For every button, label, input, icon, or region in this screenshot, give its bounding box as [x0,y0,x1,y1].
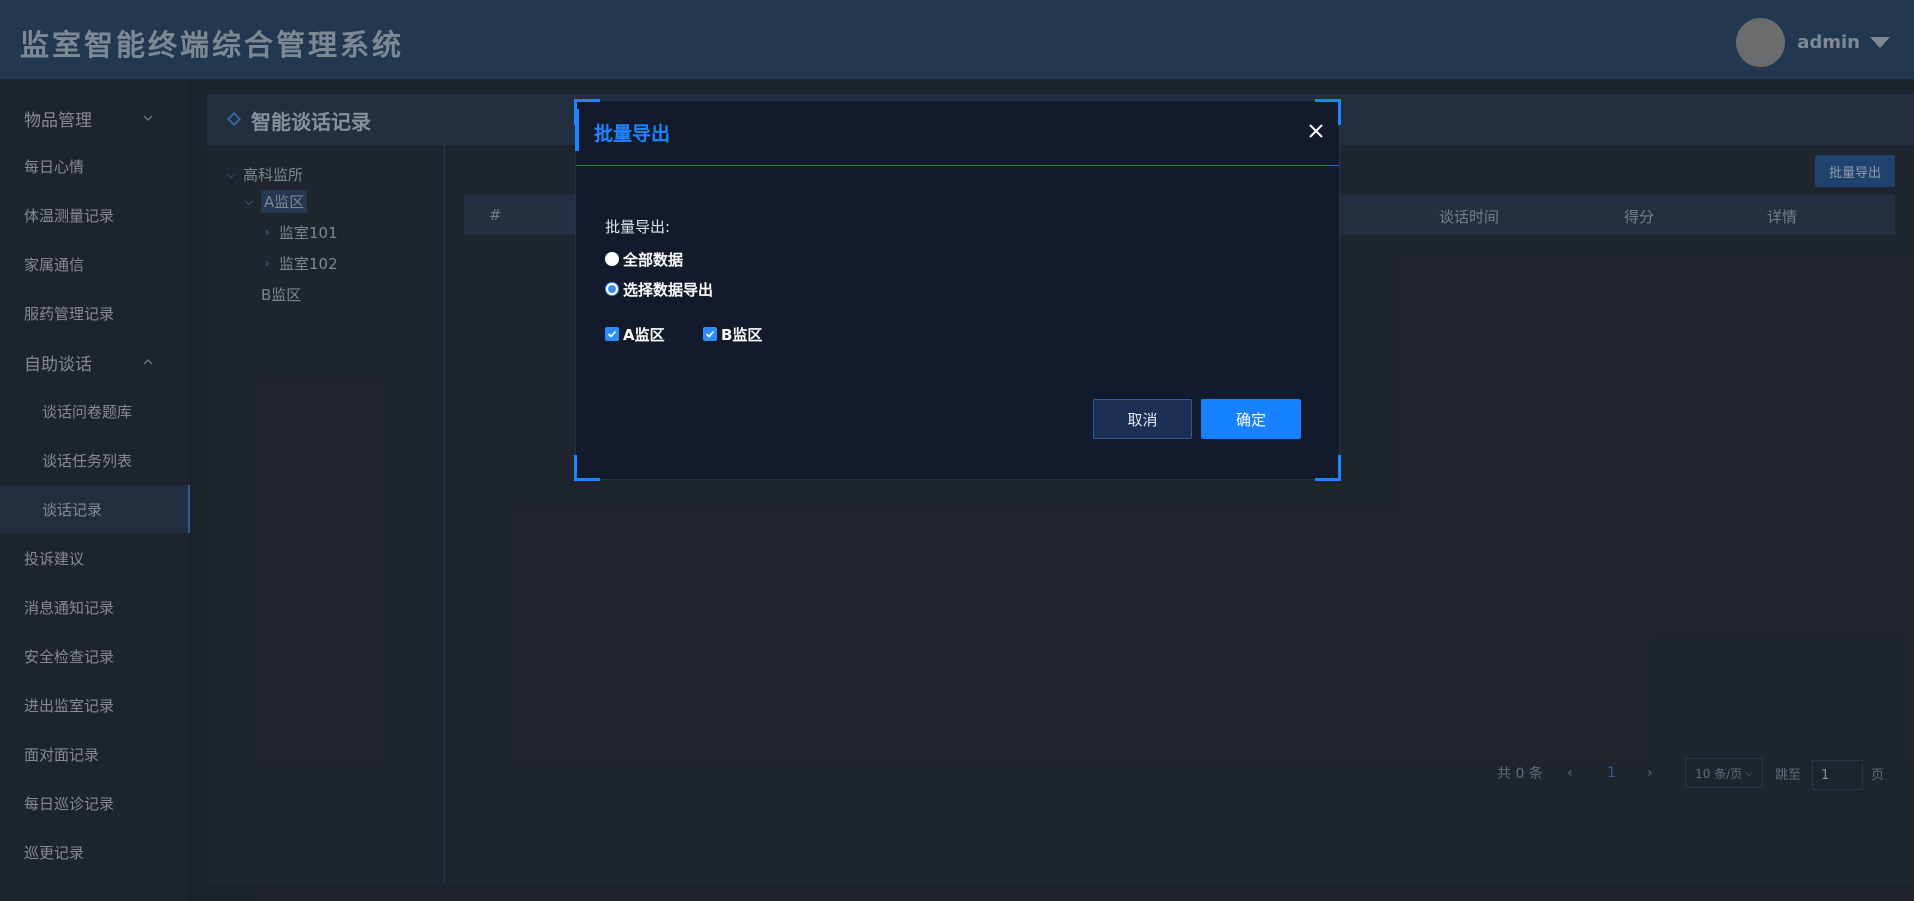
checkbox-label[interactable]: A监区 [623,324,665,345]
batch-export-dialog: 批量导出 批量导出: 全部数据 选择数据导出 A监区 B监区 取消 确定 [574,99,1341,481]
checkbox-area-b[interactable]: B监区 [703,323,762,345]
check-icon [607,330,617,338]
radio-button[interactable] [605,282,619,296]
radio-all-data[interactable]: 全部数据 [605,248,683,270]
export-label: 批量导出: [605,218,671,236]
radio-label[interactable]: 全部数据 [623,249,683,270]
check-icon [705,330,715,338]
title-marker [575,109,579,151]
checkbox[interactable] [605,327,619,341]
confirm-button[interactable]: 确定 [1201,399,1301,439]
checkbox-label[interactable]: B监区 [721,324,762,345]
close-icon[interactable] [1305,120,1327,142]
checkbox-area-a[interactable]: A监区 [605,323,665,345]
corner-decoration [1315,455,1341,481]
dialog-header: 批量导出 [575,101,1339,166]
radio-button[interactable] [605,252,619,266]
checkbox[interactable] [703,327,717,341]
cancel-button[interactable]: 取消 [1093,399,1192,439]
radio-label[interactable]: 选择数据导出 [623,279,713,300]
radio-select-data[interactable]: 选择数据导出 [605,278,713,300]
corner-decoration [574,455,600,481]
dialog-title: 批量导出 [594,123,671,145]
